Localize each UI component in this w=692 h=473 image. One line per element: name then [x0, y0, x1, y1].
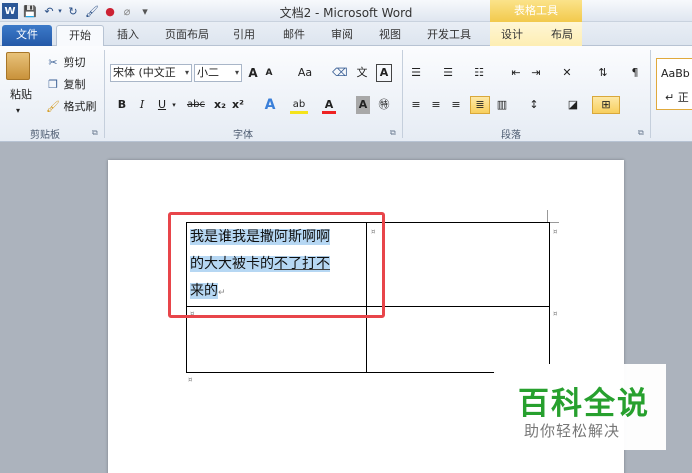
paragraph-launcher-icon[interactable]: ⧉: [638, 128, 644, 138]
chevron-down-icon: ▾: [234, 68, 239, 77]
chevron-down-icon: ▾: [184, 68, 189, 77]
font-name-combo[interactable]: 宋体 (中文正 ▾: [110, 64, 192, 82]
char-shading-icon[interactable]: A: [356, 96, 370, 114]
copy-icon: ❐: [48, 78, 58, 91]
table-tools-label: 表格工具: [490, 0, 582, 22]
watermark: 百科全说 助你轻松解决: [494, 364, 666, 450]
phonetic-guide-icon[interactable]: 文: [354, 64, 370, 82]
cut-button[interactable]: ✂ 剪切: [46, 54, 86, 72]
multilevel-list-icon[interactable]: ☷: [470, 64, 488, 82]
highlight-icon[interactable]: ab: [290, 96, 308, 114]
justify-icon[interactable]: ≣: [470, 96, 490, 114]
style-sample-text: AaBb: [661, 67, 690, 80]
align-right-icon[interactable]: ≡: [448, 96, 464, 114]
bullets-icon[interactable]: ☰: [408, 64, 424, 82]
subscript-button[interactable]: x₂: [212, 96, 228, 114]
decrease-indent-icon[interactable]: ⇤: [508, 64, 524, 82]
title-bar: W 💾 ↶ ▾ ↻ 🖌 ● ⌀ ▾ 文档2 - Microsoft Word 表…: [0, 0, 692, 22]
tab-references[interactable]: 引用: [226, 25, 262, 46]
table-border-bottom: [186, 372, 496, 373]
cell-end-mark: ¤: [553, 310, 558, 318]
tab-page-layout[interactable]: 页面布局: [158, 25, 216, 46]
underline-dropdown-icon[interactable]: ▾: [170, 96, 178, 114]
group-divider: [104, 50, 105, 138]
clear-format-icon[interactable]: ⌫: [332, 64, 348, 82]
brush-icon: 🖌: [46, 100, 60, 113]
style-normal[interactable]: AaBb ↵ 正: [656, 58, 692, 110]
font-group-label: 字体: [233, 130, 253, 141]
scissors-icon: ✂: [48, 56, 58, 69]
font-launcher-icon[interactable]: ⧉: [390, 128, 396, 138]
borders-icon[interactable]: ⊞: [592, 96, 620, 114]
numbering-icon[interactable]: ☰: [440, 64, 456, 82]
tab-insert[interactable]: 插入: [110, 25, 146, 46]
ribbon-tabs: 文件 开始 插入 页面布局 引用 邮件 审阅 视图 开发工具 设计 布局: [0, 22, 692, 46]
italic-button[interactable]: I: [136, 96, 148, 114]
table-border-right: [549, 222, 550, 364]
clipboard-launcher-icon[interactable]: ⧉: [92, 128, 98, 138]
change-case-button[interactable]: Aa: [294, 64, 316, 82]
watermark-title: 百科全说: [518, 386, 650, 422]
tab-view[interactable]: 视图: [372, 25, 408, 46]
tab-file[interactable]: 文件: [2, 25, 52, 46]
tab-layout[interactable]: 布局: [544, 25, 580, 46]
format-painter-button[interactable]: 🖌 格式刷: [46, 98, 97, 116]
align-center-icon[interactable]: ≡: [428, 96, 444, 114]
strikethrough-button[interactable]: abc: [184, 96, 208, 114]
font-size-value: 小二: [197, 66, 219, 79]
increase-indent-icon[interactable]: ⇥: [528, 64, 544, 82]
shading-icon[interactable]: ◪: [562, 96, 584, 114]
tab-developer[interactable]: 开发工具: [420, 25, 478, 46]
font-size-combo[interactable]: 小二 ▾: [194, 64, 242, 82]
group-divider: [650, 50, 651, 138]
font-color-icon[interactable]: A: [322, 96, 336, 114]
clipboard-group-label: 剪贴板: [30, 130, 60, 141]
line-spacing-icon[interactable]: ↕: [524, 96, 544, 114]
enclose-char-icon[interactable]: ㊕: [376, 96, 392, 114]
copy-button[interactable]: ❐ 复制: [46, 76, 86, 94]
tab-home[interactable]: 开始: [56, 25, 104, 46]
cell-end-mark: ¤: [553, 228, 558, 236]
window-title: 文档2 - Microsoft Word: [279, 6, 413, 20]
paste-label[interactable]: 粘贴: [10, 86, 32, 104]
highlight-annotation: [168, 212, 385, 318]
watermark-subtitle: 助你轻松解决: [524, 422, 621, 440]
font-name-value: 宋体 (中文正: [113, 66, 176, 79]
underline-button[interactable]: U: [156, 96, 168, 114]
page-corner-mark: [547, 210, 548, 222]
copy-label: 复制: [63, 78, 86, 91]
tab-design[interactable]: 设计: [494, 25, 530, 46]
paste-button[interactable]: [6, 52, 34, 86]
bold-button[interactable]: B: [116, 96, 128, 114]
paragraph-group-label: 段落: [501, 130, 521, 141]
grow-font-button[interactable]: A: [246, 64, 260, 82]
tab-mailings[interactable]: 邮件: [276, 25, 312, 46]
paste-icon: [6, 52, 30, 80]
format-painter-label: 格式刷: [63, 100, 97, 113]
superscript-button[interactable]: x²: [230, 96, 246, 114]
show-marks-icon[interactable]: ¶: [628, 64, 642, 82]
char-border-icon[interactable]: A: [376, 64, 392, 82]
text-effects-icon[interactable]: A: [262, 96, 278, 114]
chinese-layout-icon[interactable]: ✕: [558, 64, 576, 82]
shrink-font-button[interactable]: A: [262, 64, 276, 82]
tab-review[interactable]: 审阅: [324, 25, 360, 46]
row-end-mark: ¤: [188, 376, 193, 384]
align-left-icon[interactable]: ≡: [408, 96, 424, 114]
distributed-icon[interactable]: ▥: [494, 96, 510, 114]
sort-icon[interactable]: ⇅: [594, 64, 612, 82]
group-divider: [402, 50, 403, 138]
paste-dropdown-icon[interactable]: ▾: [16, 102, 20, 120]
ribbon: 粘贴 ▾ ✂ 剪切 ❐ 复制 🖌 格式刷 剪贴板 ⧉ 宋体 (中文正 ▾ 小二 …: [0, 46, 692, 142]
style-name: ↵ 正: [665, 91, 689, 104]
cut-label: 剪切: [63, 56, 86, 69]
